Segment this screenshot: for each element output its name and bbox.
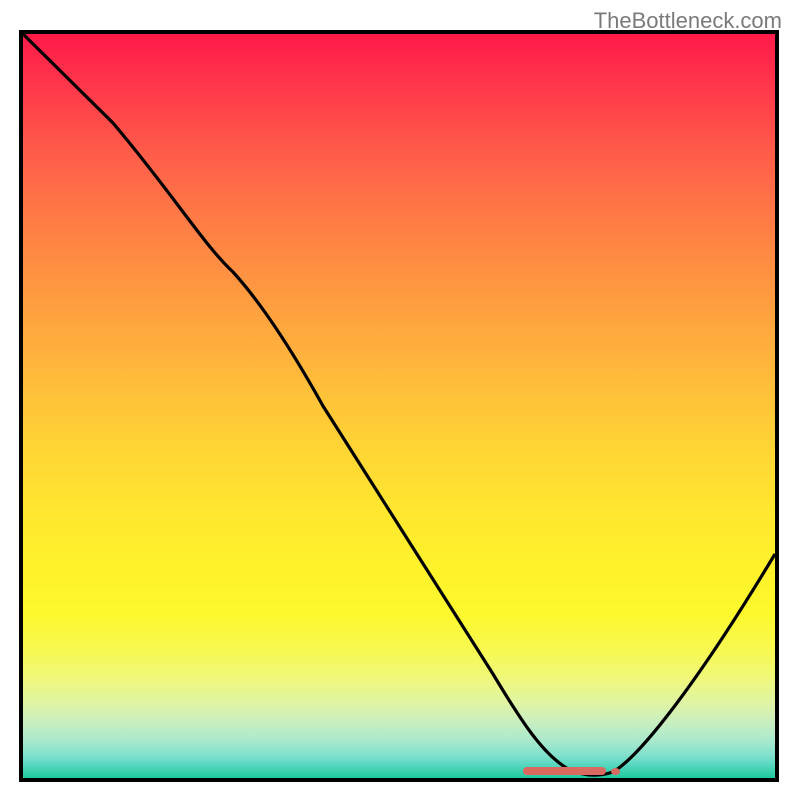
chart-frame (19, 30, 779, 782)
watermark-text: TheBottleneck.com (594, 8, 782, 34)
curve-plot (23, 34, 775, 778)
curve-path (23, 34, 775, 775)
chart-container: TheBottleneck.com (0, 0, 800, 800)
optimal-marker (523, 767, 606, 775)
